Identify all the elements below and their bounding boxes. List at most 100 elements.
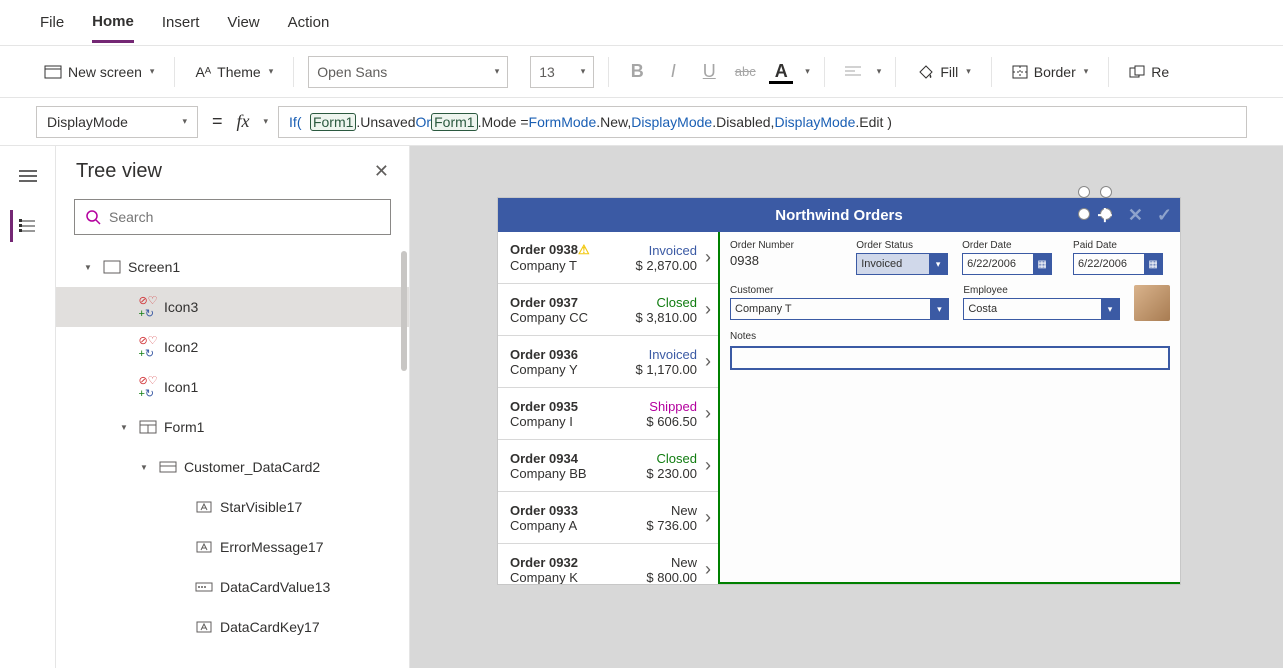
order-status-select[interactable]: Invoiced ▾	[856, 253, 948, 275]
order-number: Order 0938⚠	[510, 242, 630, 258]
order-date-input[interactable]: 6/22/2006 ▦	[962, 253, 1052, 275]
chevron-right-icon[interactable]: ›	[703, 299, 713, 320]
order-status: New	[646, 503, 697, 518]
add-icon[interactable]: ＋	[1096, 202, 1114, 228]
icongroup-icon: ⊘♡+↻	[138, 337, 158, 357]
tree-item-customer_datacard2[interactable]: ▼Customer_DataCard2	[56, 447, 409, 487]
order-amount: $ 3,810.00	[636, 310, 697, 325]
menu-insert[interactable]: Insert	[162, 4, 200, 41]
check-icon[interactable]: ✓	[1157, 205, 1172, 226]
app-title: Northwind Orders	[775, 207, 903, 224]
search-field[interactable]	[109, 209, 380, 225]
design-canvas[interactable]: Northwind Orders ＋ ✕ ✓ Order 0938⚠Compan…	[410, 146, 1283, 668]
new-screen-button[interactable]: New screen ▾	[38, 60, 160, 84]
menu-file[interactable]: File	[40, 4, 64, 41]
order-amount: $ 230.00	[646, 466, 697, 481]
chevron-right-icon[interactable]: ›	[703, 455, 713, 476]
order-date-label: Order Date	[962, 240, 1059, 251]
theme-button[interactable]: Aᴬ Theme ▾	[189, 60, 279, 84]
order-row[interactable]: Order 0938⚠Company T Invoiced$ 2,870.00 ›	[498, 232, 719, 284]
notes-input[interactable]	[730, 346, 1170, 370]
chevron-down-icon[interactable]: ▾	[805, 66, 810, 77]
menu-action[interactable]: Action	[288, 4, 330, 41]
chevron-right-icon[interactable]: ›	[703, 403, 713, 424]
employee-select[interactable]: Costa ▾	[963, 298, 1120, 320]
main-area: Tree view ✕ ▼Screen1⊘♡+↻Icon3⊘♡+↻Icon2⊘♡…	[0, 146, 1283, 668]
order-number: Order 0935	[510, 399, 640, 414]
chevron-down-icon: ▾	[150, 66, 155, 77]
hamburger-icon[interactable]	[12, 160, 44, 192]
close-icon[interactable]: ✕	[374, 161, 389, 182]
tree-item-screen1[interactable]: ▼Screen1	[56, 247, 409, 287]
order-status: New	[646, 555, 697, 570]
tree-item-icon2[interactable]: ⊘♡+↻Icon2	[56, 327, 409, 367]
fill-label: Fill	[940, 64, 958, 80]
menu-home[interactable]: Home	[92, 3, 134, 43]
tree-item-icon3[interactable]: ⊘♡+↻Icon3	[56, 287, 409, 327]
search-input[interactable]	[74, 199, 391, 235]
tree-item-label: Icon1	[164, 379, 198, 395]
separator	[174, 57, 175, 87]
expand-toggle[interactable]: ▼	[140, 463, 152, 472]
property-select[interactable]: DisplayMode ▾	[36, 106, 198, 138]
chevron-right-icon[interactable]: ›	[703, 507, 713, 528]
chevron-right-icon[interactable]: ›	[703, 559, 713, 580]
font-color-button[interactable]: A	[767, 58, 795, 86]
scrollbar-thumb[interactable]	[401, 251, 407, 371]
chevron-down-icon[interactable]: ▾	[877, 66, 882, 77]
order-row[interactable]: Order 0932Company KNew$ 800.00›	[498, 544, 719, 584]
order-number: Order 0937	[510, 295, 630, 310]
underline-button[interactable]: U	[695, 58, 723, 86]
expand-toggle[interactable]: ▼	[120, 423, 132, 432]
paid-date-input[interactable]: 6/22/2006 ▦	[1073, 253, 1163, 275]
calendar-icon: ▦	[1144, 254, 1162, 274]
border-label: Border	[1034, 64, 1076, 80]
form-icon	[138, 417, 158, 437]
tree-list[interactable]: ▼Screen1⊘♡+↻Icon3⊘♡+↻Icon2⊘♡+↻Icon1▼Form…	[56, 247, 409, 668]
tree-item-errormessage17[interactable]: ErrorMessage17	[56, 527, 409, 567]
font-size-select[interactable]: 13 ▾	[530, 56, 594, 88]
formula-token: .Mode =	[478, 114, 529, 130]
order-row[interactable]: Order 0934Company BBClosed$ 230.00›	[498, 440, 719, 492]
align-button[interactable]	[839, 58, 867, 86]
fill-button[interactable]: Fill ▾	[910, 60, 976, 84]
order-company: Company T	[510, 258, 630, 273]
tree-item-starvisible17[interactable]: StarVisible17	[56, 487, 409, 527]
close-icon[interactable]: ✕	[1128, 205, 1143, 226]
label-icon	[194, 617, 214, 637]
order-company: Company BB	[510, 466, 640, 481]
employee-label: Employee	[963, 285, 1120, 296]
formula-token: .Edit )	[855, 114, 892, 130]
expand-toggle[interactable]: ▼	[84, 263, 96, 272]
strikethrough-button[interactable]: abc	[731, 58, 759, 86]
chevron-right-icon[interactable]: ›	[703, 247, 713, 268]
customer-select[interactable]: Company T ▾	[730, 298, 949, 320]
order-status: Invoiced	[636, 243, 697, 258]
order-row[interactable]: Order 0933Company ANew$ 736.00›	[498, 492, 719, 544]
order-row[interactable]: Order 0936Company YInvoiced$ 1,170.00›	[498, 336, 719, 388]
order-status: Invoiced	[636, 347, 697, 362]
font-family-select[interactable]: Open Sans ▾	[308, 56, 508, 88]
tree-item-datacardvalue13[interactable]: DataCardValue13	[56, 567, 409, 607]
chevron-down-icon[interactable]: ▾	[264, 116, 269, 127]
tree-view-icon[interactable]	[10, 210, 42, 242]
order-amount: $ 2,870.00	[636, 258, 697, 273]
border-button[interactable]: Border ▾	[1006, 60, 1095, 84]
formula-token: .Disabled,	[712, 114, 774, 130]
tree-item-icon1[interactable]: ⊘♡+↻Icon1	[56, 367, 409, 407]
order-amount: $ 800.00	[646, 570, 697, 585]
order-list[interactable]: Order 0938⚠Company TInvoiced$ 2,870.00›O…	[498, 232, 720, 584]
order-row[interactable]: Order 0937Company CCClosed$ 3,810.00›	[498, 284, 719, 336]
formula-input[interactable]: If( Form1 .Unsaved Or Form1 .Mode = Form…	[278, 106, 1247, 138]
tree-item-datacardkey17[interactable]: DataCardKey17	[56, 607, 409, 647]
reorder-button[interactable]: Re	[1123, 60, 1175, 84]
menu-view[interactable]: View	[227, 4, 259, 41]
bold-button[interactable]: B	[623, 58, 651, 86]
chevron-right-icon[interactable]: ›	[703, 351, 713, 372]
order-row[interactable]: Order 0935Company IShipped$ 606.50›	[498, 388, 719, 440]
tree-item-form1[interactable]: ▼Form1	[56, 407, 409, 447]
italic-button[interactable]: I	[659, 58, 687, 86]
chevron-down-icon: ▾	[495, 66, 500, 77]
tree-item-label: DataCardKey17	[220, 619, 320, 635]
fx-icon[interactable]: fx	[237, 111, 250, 132]
